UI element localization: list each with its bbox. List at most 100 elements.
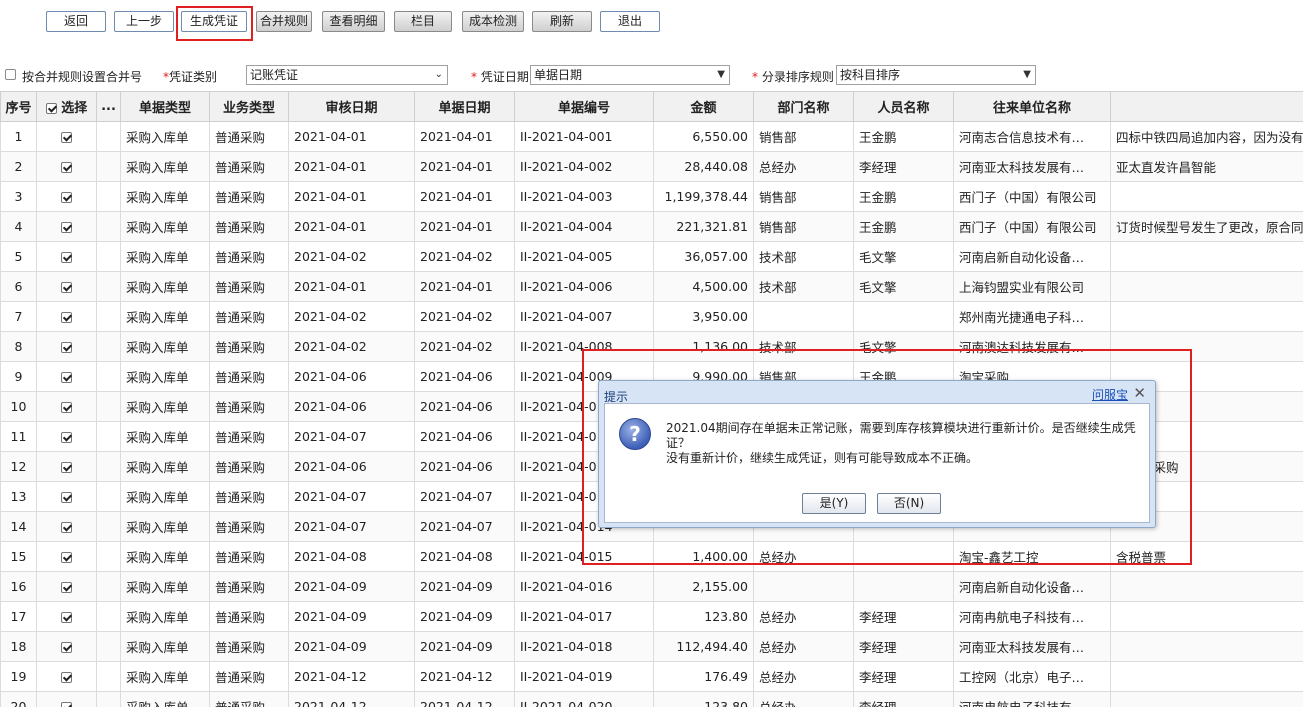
col-header-business-type[interactable]: 业务类型: [209, 91, 289, 122]
cell-staff: [853, 571, 954, 602]
cell-business-type: 普通采购: [209, 391, 289, 422]
col-header-doc-date[interactable]: 单据日期: [414, 91, 515, 122]
col-header-doc-number[interactable]: 单据编号: [514, 91, 654, 122]
generate-voucher-button[interactable]: 生成凭证: [181, 11, 247, 32]
cell-remark: [1110, 691, 1303, 707]
select-all-checkbox[interactable]: [45, 103, 57, 114]
table-row[interactable]: 7 采购入库单 普通采购 2021-04-02 2021-04-02 II-2021-04…: [0, 301, 1303, 332]
cell-row-select[interactable]: [36, 181, 97, 212]
row-checkbox[interactable]: [61, 582, 72, 593]
row-checkbox[interactable]: [61, 462, 72, 473]
table-row[interactable]: 17 采购入库单 普通采购 2021-04-09 2021-04-09 II-2021-0…: [0, 601, 1303, 632]
row-checkbox[interactable]: [61, 402, 72, 413]
cell-amount: 1,400.00: [653, 541, 754, 572]
table-row[interactable]: 15 采购入库单 普通采购 2021-04-08 2021-04-08 II-2021-0…: [0, 541, 1303, 572]
col-header-partner[interactable]: 往来单位名称: [953, 91, 1111, 122]
table-row[interactable]: 6 采购入库单 普通采购 2021-04-01 2021-04-01 II-2021-04…: [0, 271, 1303, 302]
cell-row-select[interactable]: [36, 271, 97, 302]
sort-rule-select[interactable]: 按科目排序 ▼: [836, 65, 1036, 85]
col-header-doc-type[interactable]: 单据类型: [120, 91, 210, 122]
col-header-index[interactable]: 序号: [0, 91, 37, 122]
cell-row-select[interactable]: [36, 421, 97, 452]
close-icon[interactable]: ✕: [1133, 384, 1146, 402]
row-checkbox[interactable]: [61, 192, 72, 203]
cell-remark: 亚太直发许昌智能: [1110, 151, 1303, 182]
row-checkbox[interactable]: [61, 312, 72, 323]
table-row[interactable]: 1 采购入库单 普通采购 2021-04-01 2021-04-01 II-2021-04…: [0, 121, 1303, 152]
cell-business-type: 普通采购: [209, 301, 289, 332]
table-row[interactable]: 18 采购入库单 普通采购 2021-04-09 2021-04-09 II-2021-0…: [0, 631, 1303, 662]
row-checkbox[interactable]: [61, 552, 72, 563]
merge-rule-label: 按合并规则设置合并号: [22, 70, 143, 84]
cell-row-more: [96, 571, 121, 602]
merge-rule-checkbox[interactable]: [5, 69, 16, 80]
view-details-button[interactable]: 查看明细: [322, 11, 385, 32]
merge-rules-button[interactable]: 合并规则: [256, 11, 312, 32]
toolbar: 返回 上一步 生成凭证 合并规则 查看明细 栏目 成本检测 刷新 退出: [0, 0, 1303, 46]
cost-check-button[interactable]: 成本检测: [462, 11, 524, 32]
refresh-button[interactable]: 刷新: [532, 11, 592, 32]
table-row[interactable]: 3 采购入库单 普通采购 2021-04-01 2021-04-01 II-2021-04…: [0, 181, 1303, 212]
sort-rule-value: 按科目排序: [840, 68, 901, 82]
cell-row-select[interactable]: [36, 361, 97, 392]
cell-row-select[interactable]: [36, 511, 97, 542]
table-row[interactable]: 2 采购入库单 普通采购 2021-04-01 2021-04-01 II-2021-04…: [0, 151, 1303, 182]
cell-row-select[interactable]: [36, 331, 97, 362]
col-header-audit-date[interactable]: 审核日期: [288, 91, 415, 122]
row-checkbox[interactable]: [61, 222, 72, 233]
sort-rule-label: * 分录排序规则: [752, 70, 834, 84]
cell-business-type: 普通采购: [209, 211, 289, 242]
previous-step-button[interactable]: 上一步: [114, 11, 174, 32]
cell-row-select[interactable]: [36, 121, 97, 152]
row-checkbox[interactable]: [61, 282, 72, 293]
dialog-message-line2: 没有重新计价，继续生成凭证，则有可能导致成本不正确。: [666, 451, 979, 465]
row-checkbox[interactable]: [61, 252, 72, 263]
help-link[interactable]: 问服宝: [1092, 386, 1128, 403]
row-checkbox[interactable]: [61, 612, 72, 623]
col-header-amount[interactable]: 金额: [653, 91, 754, 122]
back-button[interactable]: 返回: [46, 11, 106, 32]
row-checkbox[interactable]: [61, 372, 72, 383]
col-header-department[interactable]: 部门名称: [753, 91, 854, 122]
cell-row-select[interactable]: [36, 541, 97, 572]
cell-row-select[interactable]: [36, 691, 97, 707]
columns-button[interactable]: 栏目: [394, 11, 452, 32]
cell-row-select[interactable]: [36, 571, 97, 602]
table-row[interactable]: 16 采购入库单 普通采购 2021-04-09 2021-04-09 II-2021-0…: [0, 571, 1303, 602]
col-header-more[interactable]: ...: [96, 91, 121, 122]
table-row[interactable]: 20采购入库单普通采购2021-04-122021-04-12II-2021-0…: [0, 691, 1303, 707]
voucher-date-select[interactable]: 单据日期 ▼: [530, 65, 730, 85]
col-header-select[interactable]: 选择: [36, 91, 97, 122]
row-checkbox[interactable]: [61, 342, 72, 353]
row-checkbox[interactable]: [61, 522, 72, 533]
yes-button[interactable]: 是(Y): [802, 493, 866, 514]
cell-row-select[interactable]: [36, 151, 97, 182]
cell-row-select[interactable]: [36, 601, 97, 632]
row-checkbox[interactable]: [61, 492, 72, 503]
cell-row-select[interactable]: [36, 661, 97, 692]
table-row[interactable]: 5 采购入库单 普通采购 2021-04-02 2021-04-02 II-2021-04…: [0, 241, 1303, 272]
row-checkbox[interactable]: [61, 702, 72, 707]
cell-row-more: [96, 691, 121, 707]
row-checkbox[interactable]: [61, 432, 72, 443]
table-row[interactable]: 19 采购入库单 普通采购 2021-04-12 2021-04-12 II-2021-0…: [0, 661, 1303, 692]
cell-row-select[interactable]: [36, 631, 97, 662]
cell-row-select[interactable]: [36, 451, 97, 482]
cell-row-select[interactable]: [36, 241, 97, 272]
exit-button[interactable]: 退出: [600, 11, 660, 32]
table-row[interactable]: 4 采购入库单 普通采购 2021-04-01 2021-04-01 II-2021-04…: [0, 211, 1303, 242]
row-checkbox[interactable]: [61, 642, 72, 653]
row-checkbox[interactable]: [61, 162, 72, 173]
voucher-type-select[interactable]: 记账凭证 ⌄: [246, 65, 448, 85]
cell-row-select[interactable]: [36, 391, 97, 422]
col-header-remark[interactable]: [1110, 91, 1303, 122]
row-checkbox[interactable]: [61, 672, 72, 683]
cell-row-select[interactable]: [36, 481, 97, 512]
cell-row-select[interactable]: [36, 211, 97, 242]
cell-doc-number: II-2021-04-007: [514, 301, 654, 332]
col-header-staff[interactable]: 人员名称: [853, 91, 954, 122]
row-checkbox[interactable]: [61, 132, 72, 143]
cell-row-select[interactable]: [36, 301, 97, 332]
table-row[interactable]: 8 采购入库单 普通采购 2021-04-02 2021-04-02 II-2021-04…: [0, 331, 1303, 362]
no-button[interactable]: 否(N): [877, 493, 941, 514]
